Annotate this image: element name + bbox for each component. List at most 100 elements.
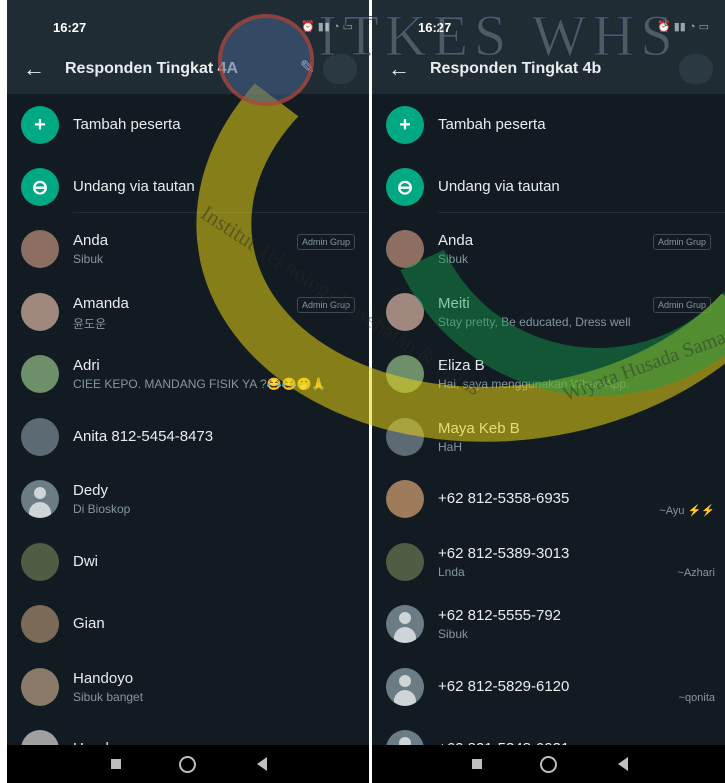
status-icons: ⏰ ▮▮ ◔ ▭ [300,21,353,33]
status-bar: 16:27 ⏰ ▮▮ ◔ ▭ [7,0,369,44]
edit-pencil-icon[interactable]: ✎ [300,57,315,78]
participant-row[interactable]: Meiti Stay pretty, Be educated, Dress wel… [372,281,725,343]
default-avatar-icon[interactable] [386,667,424,706]
action-label: Tambah peserta [438,116,546,133]
participant-about: CIEE KEPO. MANDANG FISIK YA ?😂😂🤭🙏 [73,377,327,391]
participant-row[interactable]: Gian [7,593,369,655]
home-icon[interactable] [540,756,557,773]
participant-name: Maya Keb B [438,419,520,437]
action-label: Undang via tautan [438,178,560,195]
add-person-icon: + [386,106,424,144]
overflow-menu-button[interactable] [323,54,357,84]
avatar[interactable] [386,417,424,456]
app-bar: ← Responden Tingkat 4A ✎ [7,44,369,94]
participant-row[interactable]: Handoyo Sibuk banget [7,656,369,718]
back-arrow-icon[interactable]: ← [388,56,410,82]
add-participant-row[interactable]: + Tambah peserta [372,94,725,156]
navigation-bar [7,745,369,783]
right-phone-screen: 16:27 ⏰ ▮▮ ◔ ▭ ← Responden Tingkat 4b + T… [372,0,725,783]
avatar[interactable] [21,605,59,643]
participant-row[interactable]: Maya Keb B HaH [372,406,725,468]
participant-about: 윤도운 [73,316,107,331]
push-name: ~Ayu ⚡⚡ [659,505,715,517]
participant-row[interactable]: Anda Sibuk Admin Grup [372,218,725,280]
avatar[interactable] [386,292,424,331]
group-title: Responden Tingkat 4b [430,60,602,77]
avatar[interactable] [21,230,59,268]
group-title: Responden Tingkat 4A [65,60,239,77]
participant-row[interactable]: +62 812-5555-792 Sibuk [372,593,725,655]
invite-link-row[interactable]: ⊖ Undang via tautan [7,156,369,218]
overflow-menu-button[interactable] [679,54,713,84]
participant-row[interactable]: Dedy Di Bioskop [7,468,369,530]
default-avatar-icon[interactable] [21,480,59,518]
participant-list: + Tambah peserta ⊖ Undang via tautan Anda Sib… [372,94,725,768]
participant-name: Amanda [73,294,129,312]
back-arrow-icon[interactable]: ← [23,56,45,82]
back-nav-icon[interactable] [618,757,628,771]
default-avatar-icon[interactable] [386,605,424,643]
app-bar: ← Responden Tingkat 4b [372,44,725,94]
participant-row[interactable]: Dwi [7,531,369,593]
recent-apps-icon[interactable] [111,759,121,769]
status-time: 16:27 [53,20,87,35]
back-nav-icon[interactable] [257,757,267,771]
participant-name: Dedy [73,482,109,499]
participant-about: Sibuk [438,627,469,641]
add-person-icon: + [21,106,59,144]
participant-row[interactable]: Adri CIEE KEPO. MANDANG FISIK YA ?😂😂🤭🙏 [7,343,369,405]
avatar[interactable] [386,355,424,393]
recent-apps-icon[interactable] [472,759,482,769]
avatar[interactable] [21,417,59,456]
add-participant-row[interactable]: + Tambah peserta [7,94,369,156]
admin-badge: Admin Grup [296,234,355,250]
avatar[interactable] [21,292,59,331]
navigation-bar [372,745,725,783]
avatar[interactable] [21,542,59,581]
participant-name: Dwi [73,552,98,570]
participant-list: + Tambah peserta ⊖ Undang via tautan Anda Sib… [7,94,369,768]
participant-about: Sibuk [438,252,469,266]
participant-name: +62 812-5358-6935 [438,490,570,507]
participant-name: +62 812-5389-3013 [438,544,570,562]
divider [438,212,725,213]
push-name: ~qonita [678,691,715,704]
participant-name: Gian [73,615,105,632]
participant-row[interactable]: Anda Sibuk Admin Grup [7,218,369,280]
avatar[interactable] [386,230,424,268]
admin-badge: Admin Grup [296,296,355,313]
participant-about: Lnda [438,564,465,579]
invite-link-row[interactable]: ⊖ Undang via tautan [372,156,725,218]
participant-name: Anita 812-5454-8473 [73,427,214,445]
participant-name: Meiti [438,294,470,312]
link-icon: ⊖ [386,168,424,206]
participant-about: HaH [438,439,463,454]
avatar[interactable] [386,480,424,518]
link-icon: ⊖ [21,168,59,206]
participant-about: Hai, saya menggunakan WhatsApp. [438,377,630,391]
participant-row[interactable]: Amanda 윤도운 Admin Grup [7,281,369,343]
avatar[interactable] [386,542,424,581]
divider [73,212,369,213]
participant-row[interactable]: +62 812-5389-3013 Lnda ~Azhari [372,531,725,593]
participant-name: +62 812-5829-6120 [438,677,570,695]
participant-row[interactable]: Eliza B Hai, saya menggunakan WhatsApp. [372,343,725,405]
participant-row[interactable]: +62 812-5358-6935 ~Ayu ⚡⚡ [372,468,725,530]
status-icons: ⏰ ▮▮ ◔ ▭ [656,21,709,33]
action-label: Undang via tautan [73,178,195,195]
admin-badge: Admin Grup [652,234,711,250]
participant-name: Adri [73,357,100,374]
participant-name: Eliza B [438,357,485,374]
participant-name: +62 812-5555-792 [438,607,562,624]
participant-name: Anda [73,232,109,249]
participant-about: Sibuk banget [73,689,144,704]
home-icon[interactable] [179,756,196,773]
avatar[interactable] [21,355,59,393]
participant-row[interactable]: Anita 812-5454-8473 [7,406,369,468]
participant-about: Sibuk [73,252,104,266]
admin-badge: Admin Grup [652,296,711,313]
participant-about: Stay pretty, Be educated, Dress well [438,314,631,329]
participant-row[interactable]: +62 812-5829-6120 ~qonita [372,656,725,718]
status-time: 16:27 [418,20,452,35]
avatar[interactable] [21,667,59,706]
